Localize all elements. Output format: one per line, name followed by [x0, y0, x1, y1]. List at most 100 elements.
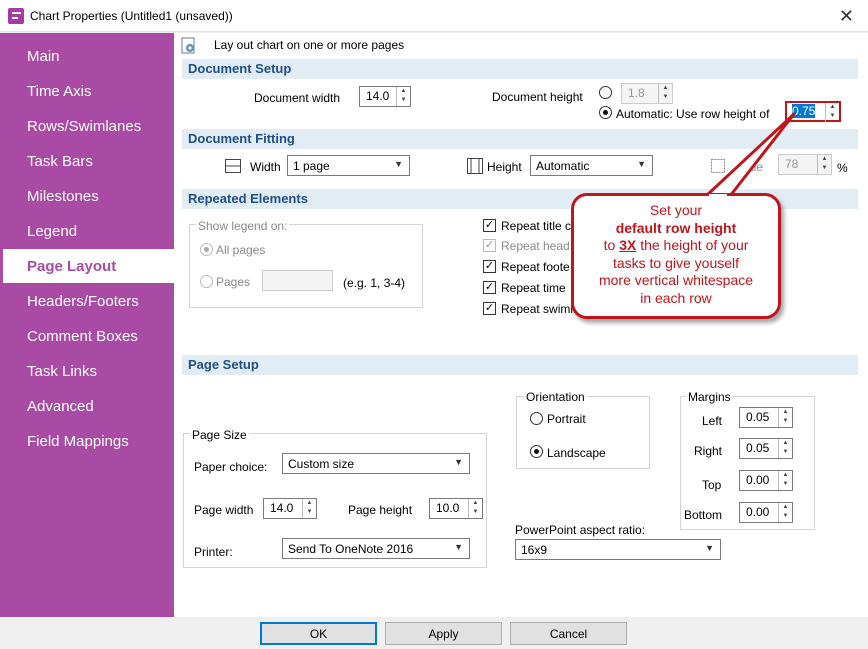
landscape-label: Landscape [547, 446, 606, 460]
chevron-down-icon: ▼ [394, 159, 403, 169]
document-height-auto-radio[interactable] [599, 106, 612, 119]
app-icon [8, 8, 24, 24]
paper-choice-select[interactable]: Custom size ▼ [282, 453, 470, 474]
cancel-button[interactable]: Cancel [510, 622, 627, 645]
scale-spinner[interactable]: 78 ▲ ▼ [778, 154, 832, 175]
section-header-document-setup: Document Setup [182, 59, 858, 79]
section-header-page-setup: Page Setup [182, 355, 858, 375]
repeat-footer-checkbox[interactable]: ✓ [483, 260, 496, 273]
legend-pages-radio[interactable] [200, 275, 213, 288]
scale-icon [711, 159, 725, 173]
document-height-spinner[interactable]: 1.8 ▲ ▼ [621, 83, 673, 104]
ppt-aspect-ratio-label: PowerPoint aspect ratio: [515, 523, 646, 537]
spinner-arrows[interactable]: ▲ ▼ [468, 499, 482, 518]
close-icon[interactable]: ✕ [839, 6, 854, 27]
ok-button[interactable]: OK [260, 622, 377, 645]
printer-select[interactable]: Send To OneNote 2016 ▼ [282, 538, 470, 559]
fit-width-select[interactable]: 1 page ▼ [287, 155, 410, 176]
margin-bottom-spinner[interactable]: 0.00 ▲ ▼ [739, 502, 793, 523]
callout-line: tasks to give youself [612, 254, 740, 271]
page-width-label: Page width [194, 503, 254, 517]
row-height-spinner[interactable]: 0.75 ▲ ▼ [785, 101, 841, 122]
repeat-time-checkbox[interactable]: ✓ [483, 281, 496, 294]
page-size-label: Page Size [190, 428, 249, 442]
content-panel: Lay out chart on one or more pages Docum… [174, 33, 868, 617]
page-width-spinner[interactable]: 14.0 ▲ ▼ [263, 498, 317, 519]
sidebar-item-headers-footers[interactable]: Headers/Footers [0, 284, 174, 318]
sidebar-item-main[interactable]: Main [0, 39, 174, 73]
legend-all-pages-radio[interactable] [200, 243, 213, 256]
spinner-arrows[interactable]: ▲ ▼ [817, 155, 831, 174]
page-height-spinner[interactable]: 10.0 ▲ ▼ [429, 498, 483, 519]
printer-label: Printer: [194, 545, 233, 559]
margins-label: Margins [686, 390, 733, 404]
margin-left-label: Left [702, 414, 723, 428]
margin-right-label: Right [694, 444, 723, 458]
section-header-document-fitting: Document Fitting [182, 129, 858, 149]
spinner-arrows[interactable]: ▲ ▼ [302, 499, 316, 518]
title-bar: Chart Properties (Untitled1 (unsaved)) ✕ [0, 0, 868, 32]
landscape-radio[interactable] [530, 445, 543, 458]
auto-row-height-label: Automatic: Use row height of [616, 107, 770, 121]
annotation-callout: Set your default row height to 3X the he… [571, 193, 781, 319]
fit-height-icon [467, 158, 483, 174]
repeat-title-checkbox[interactable]: ✓ [483, 219, 496, 232]
spinner-arrows[interactable]: ▲ ▼ [778, 471, 792, 490]
sidebar-item-rows-swimlanes[interactable]: Rows/Swimlanes [0, 109, 174, 143]
window-title: Chart Properties (Untitled1 (unsaved)) [30, 9, 233, 23]
spinner-arrows[interactable]: ▲ ▼ [825, 103, 839, 122]
sidebar-item-time-axis[interactable]: Time Axis [0, 74, 174, 108]
document-height-label: Document height [492, 90, 583, 104]
intro-text: Lay out chart on one or more pages [214, 38, 405, 52]
ppt-aspect-ratio-select[interactable]: 16x9 ▼ [515, 539, 721, 560]
sidebar-item-comment-boxes[interactable]: Comment Boxes [0, 319, 174, 353]
callout-emphasis: default row height [615, 219, 737, 236]
repeat-header-checkbox[interactable]: ✓ [483, 239, 496, 252]
spinner-arrows[interactable]: ▲ ▼ [778, 408, 792, 427]
apply-button[interactable]: Apply [385, 622, 502, 645]
document-height-manual-radio[interactable] [599, 86, 612, 99]
sidebar-item-advanced[interactable]: Advanced [0, 389, 174, 423]
margin-top-spinner[interactable]: 0.00 ▲ ▼ [739, 470, 793, 491]
repeat-swimlane-checkbox[interactable]: ✓ [483, 302, 496, 315]
sidebar-item-task-bars[interactable]: Task Bars [0, 144, 174, 178]
repeat-swimlane-label: Repeat swimla [501, 302, 580, 316]
spinner-arrows[interactable]: ▲ ▼ [778, 439, 792, 458]
orientation-label: Orientation [524, 390, 587, 404]
callout-line: to 3X the height of your [603, 237, 749, 253]
callout-line: more vertical whitespace [598, 272, 754, 288]
sidebar-item-milestones[interactable]: Milestones [0, 179, 174, 213]
sidebar-item-page-layout[interactable]: Page Layout [3, 249, 174, 283]
margin-left-spinner[interactable]: 0.05 ▲ ▼ [739, 407, 793, 428]
sidebar-item-field-mappings[interactable]: Field Mappings [0, 424, 174, 458]
portrait-label: Portrait [547, 412, 586, 426]
fit-height-select[interactable]: Automatic ▼ [530, 155, 653, 176]
callout-line: Set your [649, 202, 703, 218]
scale-label: ale [747, 160, 764, 174]
chevron-down-icon: ▼ [454, 542, 463, 552]
callout-line: in each row [640, 289, 712, 306]
fit-height-label: Height [487, 160, 522, 174]
legend-pages-input[interactable] [262, 270, 333, 291]
fit-width-label: Width [250, 160, 281, 174]
show-legend-label: Show legend on: [196, 219, 290, 233]
spinner-arrows[interactable]: ▲ ▼ [778, 503, 792, 522]
fit-width-icon [225, 159, 241, 173]
legend-pages-label: Pages [216, 275, 251, 289]
spinner-arrows[interactable]: ▲ ▼ [396, 87, 410, 106]
legend-all-pages-label: All pages [216, 243, 266, 257]
chevron-down-icon: ▼ [705, 543, 714, 553]
repeat-time-label: Repeat time [501, 281, 566, 295]
margin-top-label: Top [702, 478, 722, 492]
legend-pages-hint: (e.g. 1, 3-4) [343, 276, 406, 290]
document-width-spinner[interactable]: 14.0 ▲ ▼ [359, 86, 411, 107]
sidebar-item-task-links[interactable]: Task Links [0, 354, 174, 388]
portrait-radio[interactable] [530, 412, 543, 425]
sidebar-item-legend[interactable]: Legend [0, 214, 174, 248]
spinner-arrows[interactable]: ▲ ▼ [658, 84, 672, 103]
page-height-label: Page height [348, 503, 413, 517]
document-width-label: Document width [254, 91, 341, 105]
margin-right-spinner[interactable]: 0.05 ▲ ▼ [739, 438, 793, 459]
sidebar: Main Time Axis Rows/Swimlanes Task Bars … [0, 33, 174, 617]
margin-bottom-label: Bottom [684, 508, 723, 522]
